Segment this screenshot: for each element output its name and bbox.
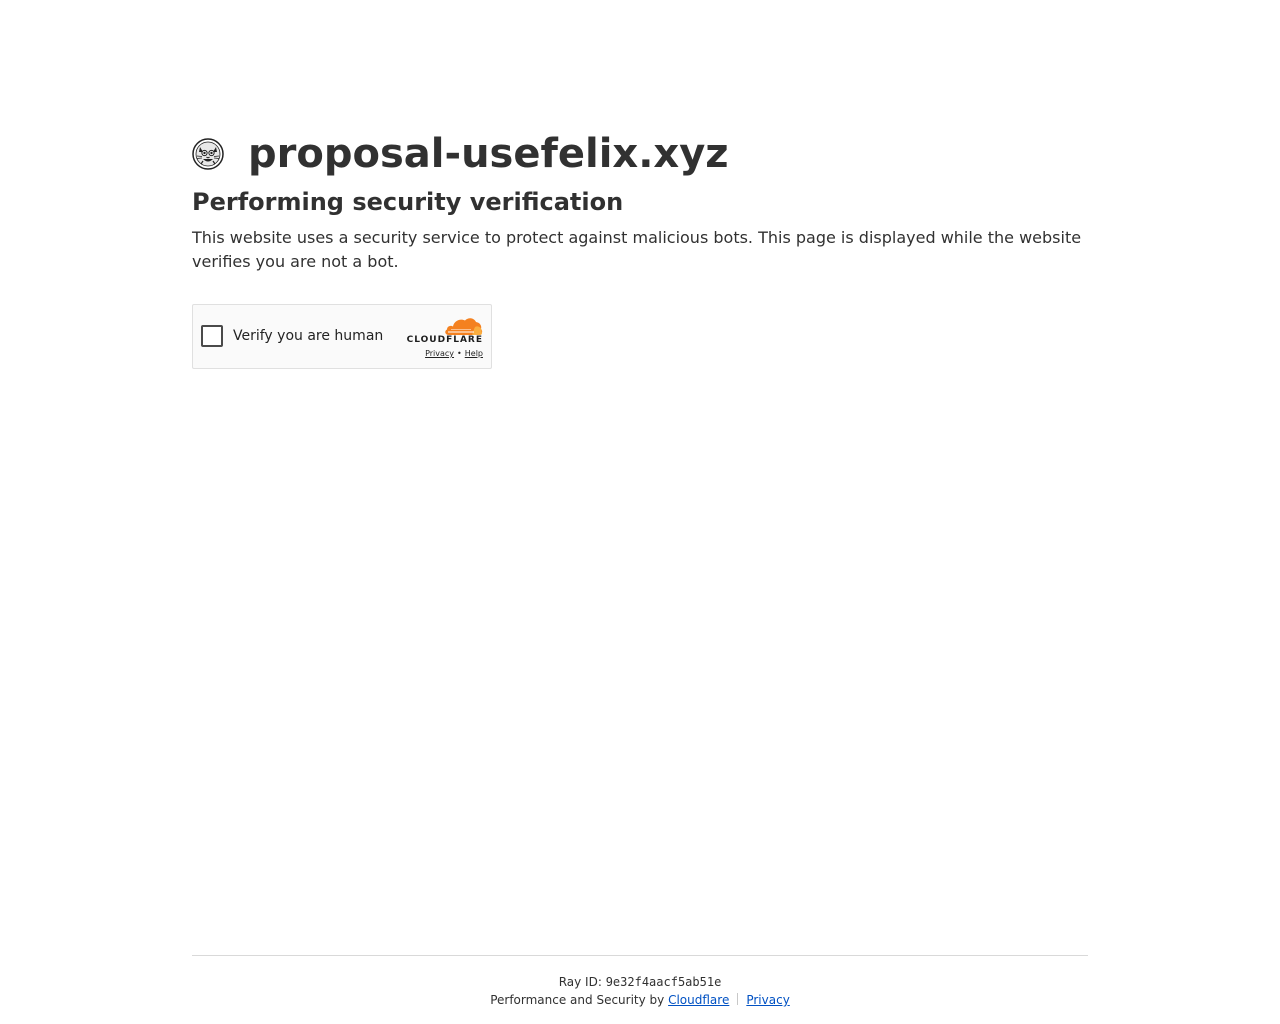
- performance-line: Performance and Security by Cloudflare Pr…: [192, 992, 1088, 1008]
- cloudflare-wordmark: CLOUDFLARE: [406, 335, 483, 345]
- ray-id-label: Ray ID:: [558, 975, 602, 989]
- footer-divider: [737, 993, 739, 1005]
- main-content: proposal-usefelix.xyz Performing securit…: [192, 128, 1088, 369]
- ray-id-line: Ray ID: 9e32f4aacf5ab51e: [192, 974, 1088, 990]
- performance-text: Performance and Security by: [490, 993, 665, 1007]
- cat-face-icon: [192, 138, 224, 170]
- page-description: This website uses a security service to …: [192, 228, 1082, 271]
- verify-label: Verify you are human: [233, 328, 384, 344]
- site-name: proposal-usefelix.xyz: [248, 131, 729, 177]
- widget-links: Privacy • Help: [425, 349, 483, 359]
- ray-id-value: 9e32f4aacf5ab51e: [605, 975, 722, 989]
- cloudflare-link[interactable]: Cloudflare: [668, 993, 729, 1007]
- widget-link-separator: •: [457, 349, 462, 358]
- widget-privacy-link[interactable]: Privacy: [425, 349, 454, 358]
- widget-help-link[interactable]: Help: [465, 349, 483, 358]
- cloudflare-brand: CLOUDFLARE Privacy • Help: [403, 316, 483, 360]
- footer: Ray ID: 9e32f4aacf5ab51e Performance and…: [192, 955, 1088, 1008]
- site-header: proposal-usefelix.xyz: [192, 128, 1088, 180]
- cloudflare-cloud-icon: [445, 318, 483, 335]
- verify-checkbox[interactable]: [201, 325, 223, 347]
- turnstile-widget: Verify you are human CLOUDFLARE Privacy •…: [192, 304, 492, 369]
- footer-privacy-link[interactable]: Privacy: [746, 993, 789, 1007]
- page-headline: Performing security verification: [192, 188, 624, 216]
